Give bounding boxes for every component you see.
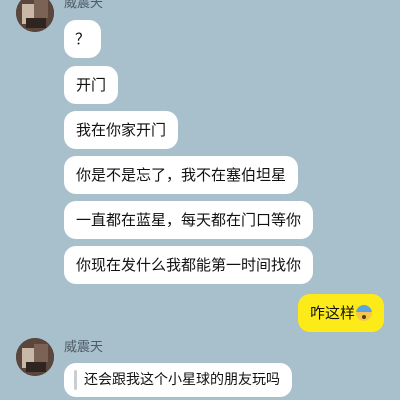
message-text: 咋这样: [309, 304, 355, 322]
message-text: 开门: [76, 76, 107, 94]
quote-bar: [74, 370, 77, 390]
message-text: 你是不是忘了，我不在塞伯坦星: [76, 166, 287, 184]
message-bubble[interactable]: 一直都在蓝星，每天都在门口等你: [64, 201, 314, 239]
message-text: 你现在发什么我都能第一时间找你: [76, 256, 302, 274]
message-text: ？: [75, 30, 91, 48]
fearful-face-emoji-icon: [356, 305, 372, 321]
message-bubble[interactable]: 我在你家开门: [64, 111, 179, 149]
avatar[interactable]: [16, 338, 54, 376]
message-bubble[interactable]: 你是不是忘了，我不在塞伯坦星: [64, 156, 299, 194]
sender-name: 威震天: [64, 340, 104, 355]
sender-name: 威震天: [64, 0, 104, 11]
avatar-image: [16, 338, 54, 376]
my-message-bubble[interactable]: 咋这样: [297, 294, 384, 332]
message-text: 我在你家开门: [76, 121, 167, 139]
quoted-message-text: 还会跟我这个小星球的朋友玩吗: [84, 372, 280, 388]
avatar[interactable]: [16, 0, 54, 32]
quoted-message-bubble[interactable]: 还会跟我这个小星球的朋友玩吗: [64, 363, 292, 397]
message-bubble[interactable]: ？: [64, 20, 102, 58]
message-text: 一直都在蓝星，每天都在门口等你: [76, 211, 302, 229]
avatar-image: [16, 0, 54, 32]
message-bubble[interactable]: 开门: [64, 66, 119, 104]
message-bubble[interactable]: 你现在发什么我都能第一时间找你: [64, 246, 314, 284]
